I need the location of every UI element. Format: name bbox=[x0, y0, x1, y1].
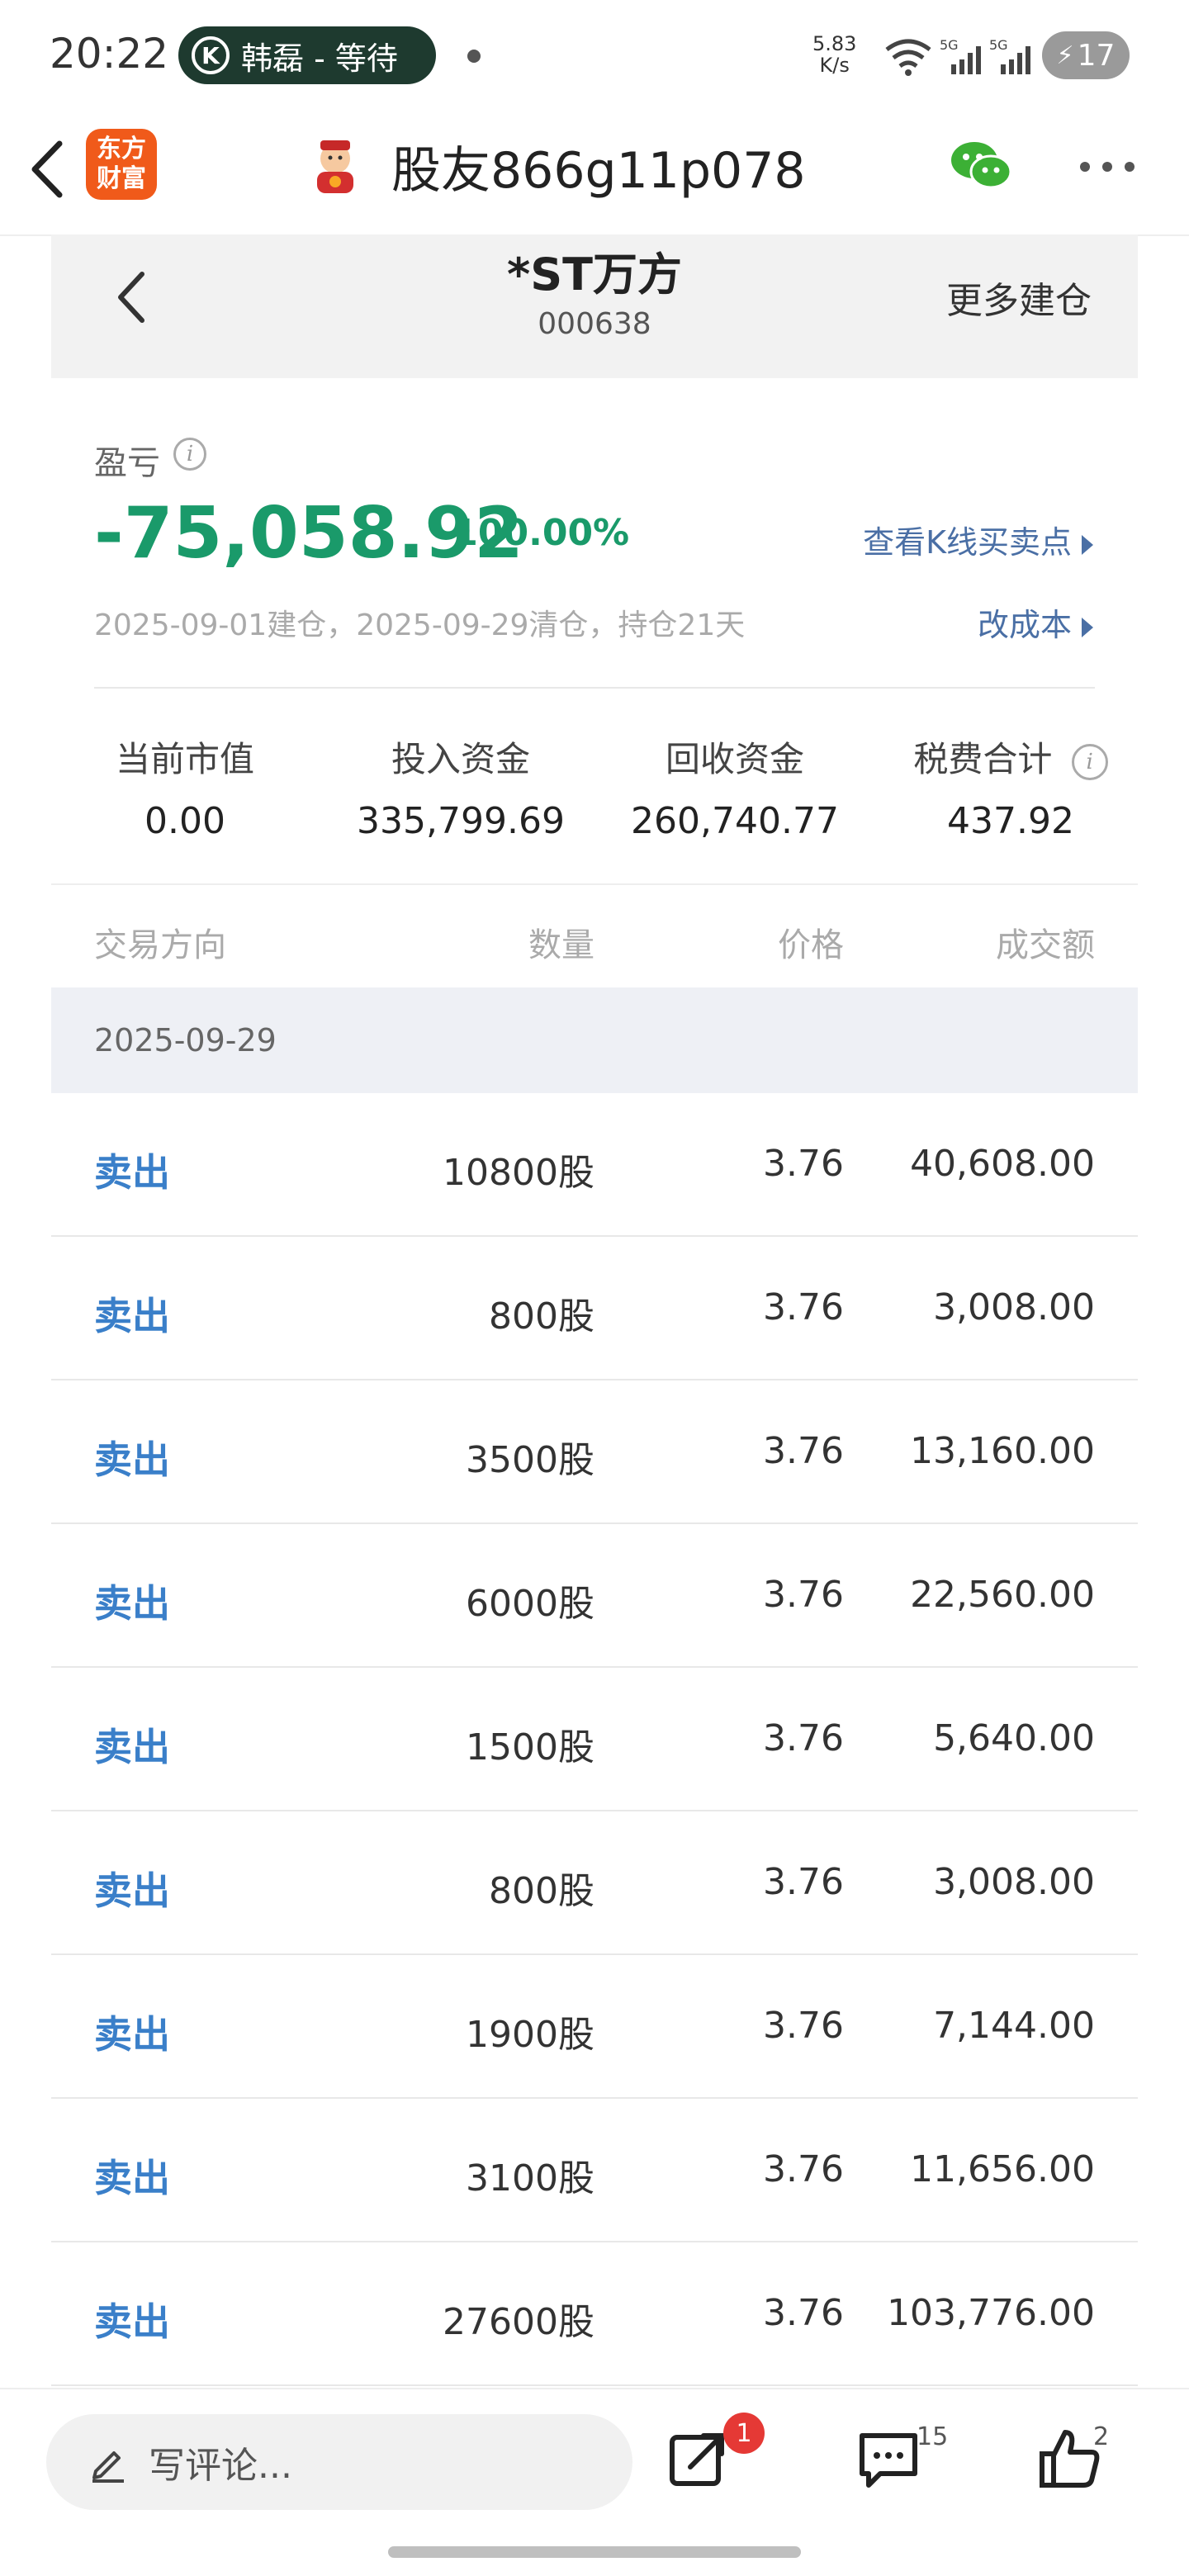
call-status-pill[interactable]: K 韩磊 - 等待 bbox=[178, 26, 436, 84]
table-row: 卖出 800股 3.76 3,008.00 bbox=[51, 1811, 1138, 1955]
stat-invested: 投入资金 335,799.69 bbox=[337, 732, 585, 842]
signal-5g-icon-2: 5G bbox=[989, 37, 1030, 74]
table-row: 卖出 3500股 3.76 13,160.00 bbox=[51, 1380, 1138, 1524]
trade-amount: 103,776.00 bbox=[887, 2292, 1095, 2334]
app-logo[interactable]: 东方财富 bbox=[86, 129, 157, 200]
wifi-icon bbox=[885, 39, 931, 76]
app-logo-text: 东方财富 bbox=[97, 135, 146, 193]
battery-level: 17 bbox=[1077, 38, 1116, 73]
trade-list: 卖出 10800股 3.76 40,608.00 卖出 800股 3.76 3,… bbox=[51, 1093, 1138, 2386]
k-icon: K bbox=[192, 36, 230, 74]
stat-value: 0.00 bbox=[144, 800, 225, 842]
notification-dot-icon bbox=[467, 50, 481, 63]
stat-market-value: 当前市值 0.00 bbox=[61, 732, 309, 842]
table-row: 卖出 3100股 3.76 11,656.00 bbox=[51, 2099, 1138, 2242]
table-row: 卖出 10800股 3.76 40,608.00 bbox=[51, 1093, 1138, 1237]
comment-icon[interactable] bbox=[855, 2426, 921, 2492]
page-title: 股友866g11p078 bbox=[391, 142, 806, 200]
triangle-right-icon bbox=[1082, 534, 1093, 555]
share-badge: 1 bbox=[723, 2413, 765, 2454]
comment-input[interactable]: 写评论... bbox=[46, 2414, 632, 2510]
home-indicator[interactable] bbox=[388, 2546, 801, 2558]
back-icon[interactable] bbox=[23, 132, 73, 206]
trade-amount: 13,160.00 bbox=[910, 1430, 1095, 1472]
stat-label-wrap: 税费合计 i bbox=[879, 732, 1143, 782]
stat-label: 当前市值 bbox=[115, 739, 254, 779]
trade-amount: 22,560.00 bbox=[910, 1574, 1095, 1616]
status-bar: 20:22 K 韩磊 - 等待 5.83 K/s 5G 5G ⚡ 17 bbox=[0, 0, 1189, 111]
wechat-icon[interactable] bbox=[948, 135, 1014, 195]
table-row: 卖出 6000股 3.76 22,560.00 bbox=[51, 1524, 1138, 1668]
kline-link[interactable]: 查看K线买卖点 bbox=[863, 517, 1093, 562]
kline-link-label: 查看K线买卖点 bbox=[863, 524, 1072, 561]
bottom-action-bar: 写评论... 1 15 2 bbox=[0, 2388, 1189, 2546]
stat-value: 260,740.77 bbox=[631, 800, 839, 842]
svg-text:5G: 5G bbox=[940, 37, 959, 53]
page: 20:22 K 韩磊 - 等待 5.83 K/s 5G 5G ⚡ 17 东方财富… bbox=[0, 0, 1189, 2576]
stat-value: 437.92 bbox=[947, 800, 1074, 842]
pl-info-icon[interactable]: i bbox=[173, 438, 206, 471]
top-nav: 东方财富 股友866g11p078 bbox=[0, 111, 1189, 236]
divider bbox=[94, 687, 1095, 689]
table-row: 卖出 1900股 3.76 7,144.00 bbox=[51, 1955, 1138, 2099]
signal-5g-icon: 5G bbox=[940, 37, 981, 74]
trade-amount: 3,008.00 bbox=[933, 1861, 1095, 1903]
date-group-header: 2025-09-29 bbox=[51, 987, 1138, 1093]
more-positions-button[interactable]: 更多建仓 bbox=[946, 271, 1092, 324]
trade-amount: 11,656.00 bbox=[910, 2148, 1095, 2190]
stat-label: 回收资金 bbox=[665, 739, 804, 779]
network-speed-value: 5.83 bbox=[812, 32, 857, 55]
pencil-icon bbox=[92, 2451, 124, 2483]
table-row: 卖出 27600股 3.76 103,776.00 bbox=[51, 2242, 1138, 2386]
more-icon[interactable] bbox=[1078, 159, 1136, 175]
like-count: 2 bbox=[1093, 2422, 1110, 2451]
position-dates: 2025-09-01建仓，2025-09-29清仓，持仓21天 bbox=[94, 608, 746, 642]
trade-amount: 7,144.00 bbox=[933, 2005, 1095, 2047]
table-row: 卖出 1500股 3.76 5,640.00 bbox=[51, 1668, 1138, 1811]
share-icon[interactable] bbox=[666, 2426, 732, 2492]
pl-label: 盈亏 bbox=[94, 444, 160, 482]
network-speed: 5.83 K/s bbox=[812, 33, 856, 76]
status-time: 20:22 bbox=[50, 30, 169, 78]
stat-label: 税费合计 bbox=[913, 739, 1053, 779]
stat-value: 335,799.69 bbox=[357, 800, 565, 842]
triangle-right-icon bbox=[1082, 617, 1093, 637]
pl-percent: -100.00% bbox=[438, 512, 630, 554]
battery-charging-icon: ⚡ bbox=[1056, 40, 1074, 70]
avatar-icon[interactable] bbox=[306, 135, 365, 195]
table-row: 卖出 800股 3.76 3,008.00 bbox=[51, 1237, 1138, 1380]
fees-info-icon[interactable]: i bbox=[1071, 743, 1108, 780]
trade-amount: 40,608.00 bbox=[910, 1143, 1095, 1185]
stat-label: 投入资金 bbox=[391, 739, 530, 779]
svg-text:5G: 5G bbox=[989, 37, 1008, 53]
comment-placeholder: 写评论... bbox=[149, 2445, 292, 2487]
col-header-amount: 成交额 bbox=[996, 926, 1095, 964]
call-status-text: 韩磊 - 等待 bbox=[241, 40, 398, 77]
trade-amount: 5,640.00 bbox=[933, 1717, 1095, 1759]
trade-amount: 3,008.00 bbox=[933, 1286, 1095, 1328]
battery-indicator: ⚡ 17 bbox=[1042, 31, 1130, 79]
network-speed-unit: K/s bbox=[819, 54, 850, 77]
edit-cost-label: 改成本 bbox=[977, 607, 1072, 643]
trade-date: 2025-09-29 bbox=[94, 1022, 277, 1058]
stat-fees: 税费合计 i 437.92 bbox=[879, 732, 1143, 842]
stat-recovered: 回收资金 260,740.77 bbox=[611, 732, 859, 842]
divider bbox=[51, 883, 1138, 885]
comment-count: 15 bbox=[917, 2422, 949, 2451]
stock-header: *ST万方 000638 更多建仓 bbox=[51, 234, 1138, 378]
edit-cost-link[interactable]: 改成本 bbox=[978, 599, 1093, 645]
